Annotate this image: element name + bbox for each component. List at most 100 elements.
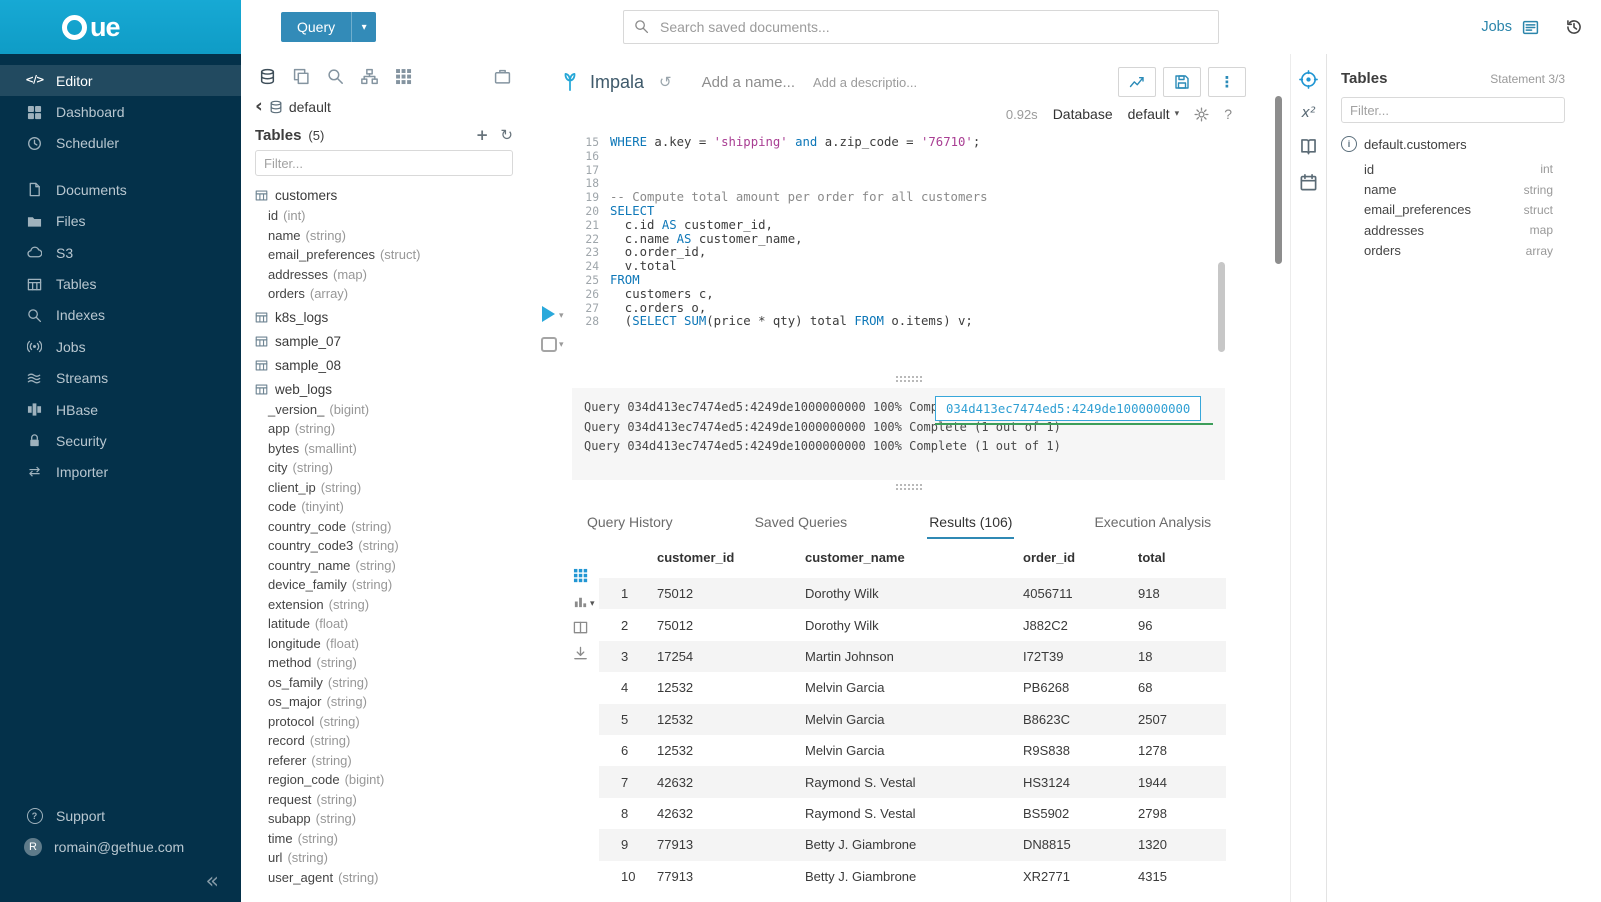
assist-column-row[interactable]: os_family (string) <box>241 673 527 693</box>
assist-column-row[interactable]: extension (string) <box>241 595 527 615</box>
assist-column-row[interactable]: orders (array) <box>241 284 527 304</box>
main-scrollbar[interactable] <box>1275 96 1282 264</box>
search-input[interactable] <box>623 10 1219 44</box>
functions-icon[interactable]: x² <box>1302 106 1316 120</box>
save-button[interactable] <box>1163 67 1201 97</box>
assist-column-row[interactable]: device_family (string) <box>241 575 527 595</box>
sidebar-item-tables[interactable]: Tables <box>0 268 241 299</box>
database-select[interactable]: default ▾ <box>1128 106 1180 122</box>
sidebar-item-streams[interactable]: Streams <box>0 363 241 394</box>
table-row[interactable]: 10 77913 Betty J. Giambrone XR2771 4315 <box>599 861 1226 892</box>
assist-filter-input[interactable] <box>255 150 513 176</box>
query-dropdown-caret-icon[interactable]: ▾ <box>351 12 376 42</box>
query-description-input[interactable]: Add a descriptio... <box>813 75 917 90</box>
assist-column-row[interactable]: os_major (string) <box>241 692 527 712</box>
chart-caret-icon[interactable]: ▾ <box>590 599 595 609</box>
sidebar-item-security[interactable]: Security <box>0 425 241 456</box>
query-history-icon[interactable]: ↺ <box>659 75 672 90</box>
databases-icon[interactable] <box>259 68 276 85</box>
grid-view-icon[interactable] <box>573 568 588 583</box>
collapse-sidebar-button[interactable]: « <box>0 863 241 896</box>
assist-column-row[interactable]: country_name (string) <box>241 556 527 576</box>
settings-gear-icon[interactable] <box>1194 107 1209 122</box>
tab-execution-analysis[interactable]: Execution Analysis <box>1092 506 1213 539</box>
column-header[interactable]: customer_name <box>805 550 1023 565</box>
assist-search-icon[interactable] <box>327 68 344 85</box>
assist-table-row[interactable]: sample_08 <box>241 355 527 376</box>
assist-column-row[interactable]: user_agent (string) <box>241 868 527 888</box>
assist-table-row[interactable]: sample_07 <box>241 331 527 352</box>
active-table-row[interactable]: i default.customers <box>1341 136 1601 152</box>
sidebar-item-support[interactable]: ? Support <box>0 800 241 831</box>
table-column-row[interactable]: orders array <box>1327 241 1601 261</box>
right-filter-input[interactable] <box>1341 97 1565 123</box>
sidebar-item-hbase[interactable]: HBase <box>0 394 241 425</box>
table-row[interactable]: 8 42632 Raymond S. Vestal BS5902 2798 <box>599 798 1226 829</box>
tab-saved-queries[interactable]: Saved Queries <box>753 506 850 539</box>
assist-table-row[interactable]: k8s_logs <box>241 307 527 328</box>
column-header[interactable]: total <box>1138 550 1226 565</box>
assist-column-row[interactable]: url (string) <box>241 848 527 868</box>
execute-options-caret-icon[interactable]: ▾ <box>559 311 564 321</box>
table-row[interactable]: 2 75012 Dorothy Wilk J882C2 96 <box>599 609 1226 640</box>
assist-column-row[interactable]: email_preferences (struct) <box>241 245 527 265</box>
assist-column-row[interactable]: subapp (string) <box>241 809 527 829</box>
assist-column-row[interactable]: bytes (smallint) <box>241 439 527 459</box>
sidebar-item-s3[interactable]: S3 <box>0 237 241 268</box>
table-column-row[interactable]: email_preferences struct <box>1327 200 1601 220</box>
sidebar-item-documents[interactable]: Documents <box>0 174 241 205</box>
sidebar-item-scheduler[interactable]: Scheduler <box>0 128 241 159</box>
add-table-icon[interactable]: + <box>476 128 489 143</box>
table-row[interactable]: 4 12532 Melvin Garcia PB6268 68 <box>599 672 1226 703</box>
assist-column-row[interactable]: request (string) <box>241 790 527 810</box>
schedule-icon[interactable] <box>1299 173 1318 192</box>
execute-button[interactable] <box>542 306 555 322</box>
tab-query-history[interactable]: Query History <box>585 506 675 539</box>
sidebar-item-importer[interactable]: ⇄ Importer <box>0 457 241 488</box>
code-editor[interactable]: 15WHERE a.key = 'shipping' and a.zip_cod… <box>527 136 1290 329</box>
jobs-list-icon[interactable] <box>1522 19 1539 36</box>
assist-column-row[interactable]: code (tinyint) <box>241 497 527 517</box>
assist-column-row[interactable]: country_code3 (string) <box>241 536 527 556</box>
editor-scrollbar[interactable] <box>1218 262 1225 352</box>
table-row[interactable]: 9 77913 Betty J. Giambrone DN8815 1320 <box>599 829 1226 860</box>
sidebar-item-editor[interactable]: </> Editor <box>0 65 241 96</box>
columns-icon[interactable] <box>573 620 588 635</box>
back-chevron-icon[interactable]: ‹ <box>255 97 263 116</box>
new-query-button[interactable]: Query ▾ <box>281 12 376 42</box>
assist-column-row[interactable]: referer (string) <box>241 751 527 771</box>
resize-handle-bottom[interactable] <box>896 484 922 492</box>
hue-logo[interactable]: ue <box>0 0 241 54</box>
assist-column-row[interactable]: _version_ (bigint) <box>241 400 527 420</box>
format-options-caret-icon[interactable]: ▾ <box>559 340 564 350</box>
assist-column-row[interactable]: time (string) <box>241 829 527 849</box>
help-icon[interactable]: ? <box>1224 106 1232 122</box>
sidebar-user[interactable]: R romain@gethue.com <box>0 832 241 863</box>
chart-view-icon[interactable] <box>573 594 588 609</box>
assist-column-row[interactable]: region_code (bigint) <box>241 770 527 790</box>
query-name-input[interactable]: Add a name... <box>702 74 795 91</box>
briefcase-icon[interactable] <box>494 68 511 85</box>
current-database[interactable]: default <box>289 99 331 115</box>
table-column-row[interactable]: addresses map <box>1327 220 1601 240</box>
tab-results-106[interactable]: Results (106) <box>927 506 1014 539</box>
sidebar-item-dashboard[interactable]: Dashboard <box>0 96 241 127</box>
history-icon[interactable] <box>1565 18 1583 36</box>
table-row[interactable]: 3 17254 Martin Johnson I72T39 18 <box>599 641 1226 672</box>
resize-handle-top[interactable] <box>896 376 922 384</box>
assist-column-row[interactable]: method (string) <box>241 653 527 673</box>
assist-column-row[interactable]: name (string) <box>241 226 527 246</box>
assist-column-row[interactable]: id (int) <box>241 206 527 226</box>
assist-table-row[interactable]: web_logs <box>241 379 527 400</box>
assist-column-row[interactable]: client_ip (string) <box>241 478 527 498</box>
assist-column-row[interactable]: record (string) <box>241 731 527 751</box>
chart-button[interactable] <box>1118 67 1156 97</box>
column-header[interactable]: order_id <box>1023 550 1138 565</box>
download-icon[interactable] <box>573 646 588 661</box>
assist-column-row[interactable]: protocol (string) <box>241 712 527 732</box>
sidebar-item-files[interactable]: Files <box>0 206 241 237</box>
more-actions-button[interactable]: ⋮ <box>1208 67 1246 97</box>
table-row[interactable]: 5 12532 Melvin Garcia B8623C 2507 <box>599 704 1226 735</box>
assist-column-row[interactable]: country_code (string) <box>241 517 527 537</box>
table-row[interactable]: 6 12532 Melvin Garcia R9S838 1278 <box>599 735 1226 766</box>
